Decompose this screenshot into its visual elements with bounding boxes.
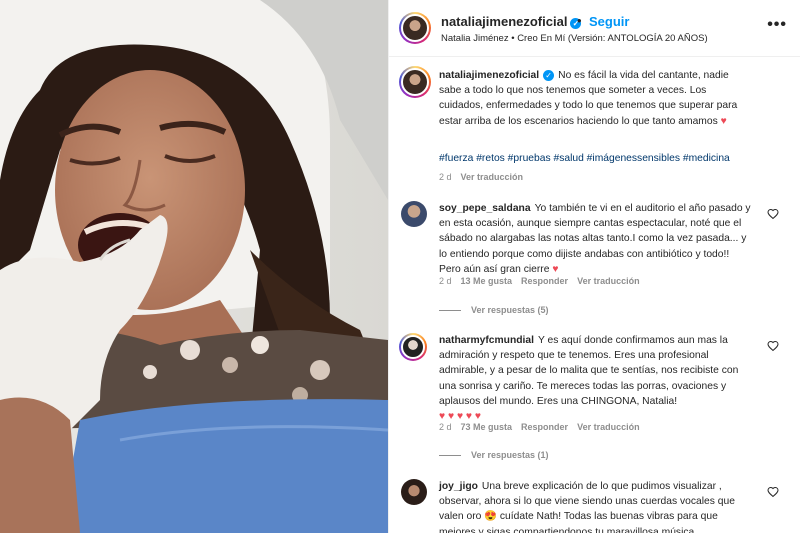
photo-illustration <box>0 0 388 533</box>
commenter-avatar[interactable] <box>399 333 427 361</box>
commenter-avatar[interactable] <box>401 479 427 505</box>
caption-text-block: nataliajimenezoficial ✓ No es fácil la vid… <box>439 68 739 129</box>
caption-avatar[interactable] <box>399 66 431 98</box>
comment-meta: 2 d 13 Me gusta Responder Ver traducción <box>439 276 649 286</box>
reply-button[interactable]: Responder <box>521 276 568 286</box>
verified-badge-icon: ✓ <box>543 70 555 81</box>
caption-translate-link[interactable]: Ver traducción <box>461 172 524 182</box>
comment-username[interactable]: natharmyfcmundial <box>439 335 534 346</box>
comment-likes[interactable]: 73 Me gusta <box>461 422 513 432</box>
commenter-avatar[interactable] <box>401 201 427 227</box>
view-replies-label: Ver respuestas (5) <box>471 305 549 315</box>
replies-divider <box>439 455 461 457</box>
comment-body: Una breve explicación de lo que pudimos … <box>439 481 735 533</box>
caption-time: 2 d <box>439 172 452 182</box>
more-options-icon[interactable]: ••• <box>767 16 787 34</box>
view-replies-button[interactable]: Ver respuestas (1) <box>439 450 549 460</box>
username-text: nataliajimenezoficial <box>441 14 568 29</box>
heart-outline-icon[interactable] <box>767 340 779 352</box>
comment-username[interactable]: joy_jigo <box>439 481 478 492</box>
header-username[interactable]: nataliajimenezoficial ✓ <box>441 14 582 29</box>
follow-button[interactable]: Seguir <box>589 14 629 29</box>
post-side-panel: nataliajimenezoficial ✓ • Seguir Natalia … <box>388 0 800 533</box>
reply-button[interactable]: Responder <box>521 422 568 432</box>
comment-text-block: natharmyfcmundial Y es aquí donde confirm… <box>439 333 753 424</box>
comment-likes[interactable]: 13 Me gusta <box>461 276 513 286</box>
profile-avatar[interactable] <box>399 12 431 44</box>
caption-hashtags[interactable]: #fuerza #retos #pruebas #salud #imágenes… <box>439 153 730 164</box>
heart-outline-icon[interactable] <box>767 208 779 220</box>
comment-time: 2 d <box>439 276 452 286</box>
heart-emoji: ♥ <box>720 115 727 127</box>
translate-link[interactable]: Ver traducción <box>577 276 640 286</box>
post-header: nataliajimenezoficial ✓ • Seguir Natalia … <box>389 0 800 57</box>
comment-meta: 2 d 73 Me gusta Responder Ver traducción <box>439 422 649 432</box>
heart-emoji: ♥ <box>552 263 559 275</box>
separator-dot: • <box>577 13 582 28</box>
translate-link[interactable]: Ver traducción <box>577 422 640 432</box>
view-replies-button[interactable]: Ver respuestas (5) <box>439 305 549 315</box>
comment-text-block: soy_pepe_saldana Yo también te vi en el a… <box>439 201 753 277</box>
caption-meta: 2 d Ver traducción <box>439 172 532 182</box>
comment-text-block: joy_jigo Una breve explicación de lo que … <box>439 479 753 533</box>
heart-outline-icon[interactable] <box>767 486 779 498</box>
comment-time: 2 d <box>439 422 452 432</box>
caption-username[interactable]: nataliajimenezoficial <box>439 70 539 81</box>
comment-username[interactable]: soy_pepe_saldana <box>439 203 531 214</box>
view-replies-label: Ver respuestas (1) <box>471 450 549 460</box>
heart-emojis: ♥ ♥ ♥ ♥ ♥ <box>439 411 482 423</box>
audio-track-link[interactable]: Natalia Jiménez • Creo En Mí (Versión: A… <box>441 33 708 44</box>
replies-divider <box>439 310 461 312</box>
post-photo[interactable] <box>0 0 388 533</box>
